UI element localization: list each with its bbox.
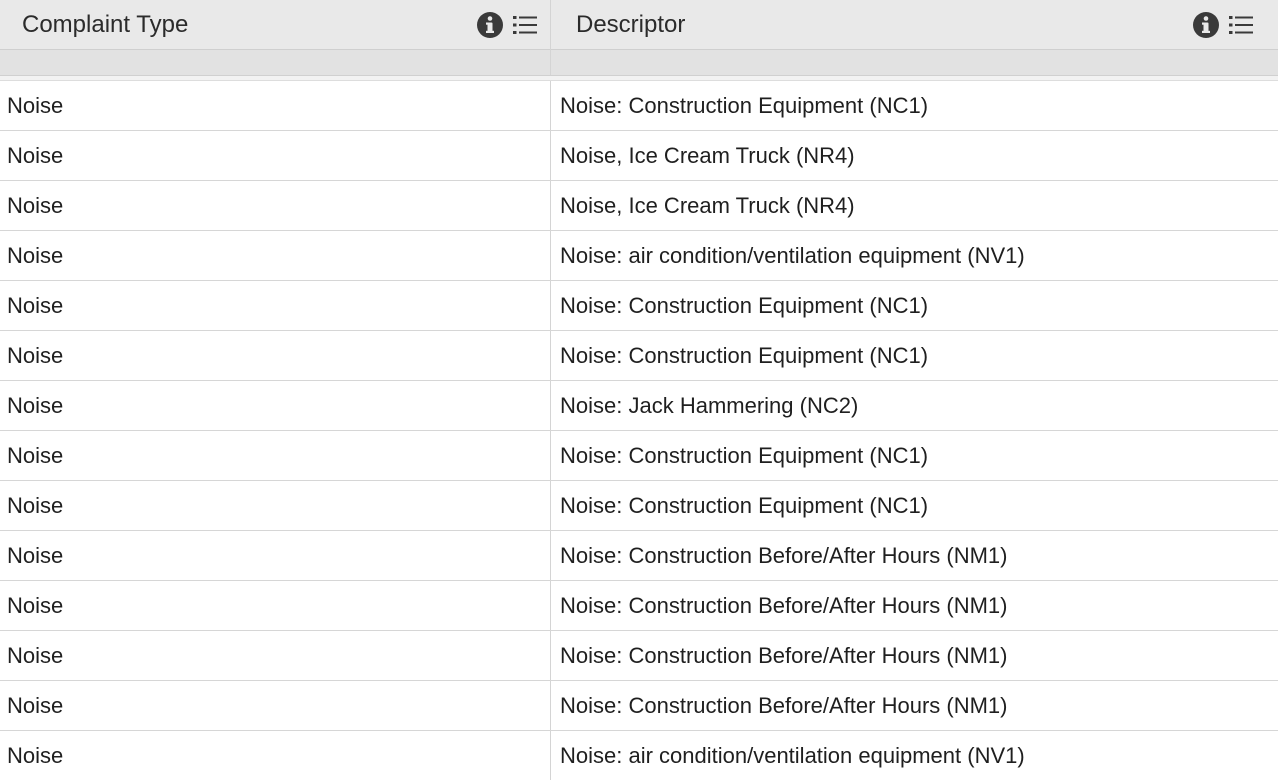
- table-row[interactable]: Noise Noise: Construction Equipment (NC1…: [0, 331, 1278, 381]
- column-title: Descriptor: [576, 11, 686, 38]
- column-header-descriptor[interactable]: Descriptor: [551, 0, 1278, 50]
- complaint-type-cell: Noise: [0, 381, 551, 430]
- table-row[interactable]: Noise Noise: Jack Hammering (NC2): [0, 381, 1278, 431]
- table-row[interactable]: Noise Noise: Construction Before/After H…: [0, 681, 1278, 731]
- complaint-type-cell: Noise: [0, 481, 551, 530]
- info-icon[interactable]: [1192, 11, 1220, 39]
- descriptor-cell: Noise: Construction Equipment (NC1): [560, 342, 929, 368]
- filter-cell-complaint-type[interactable]: [0, 50, 551, 75]
- table-row[interactable]: Noise Noise: air condition/ventilation e…: [0, 231, 1278, 281]
- complaint-type-cell: Noise: [0, 131, 551, 180]
- data-grid: Complaint Type Descriptor Noise Noise: C…: [0, 0, 1278, 780]
- complaint-type-cell: Noise: [0, 181, 551, 230]
- descriptor-cell: Noise: Construction Before/After Hours (…: [560, 592, 1008, 618]
- complaint-type-cell: Noise: [0, 81, 551, 130]
- column-header-complaint-type[interactable]: Complaint Type: [0, 0, 551, 50]
- table-row[interactable]: Noise Noise: Construction Equipment (NC1…: [0, 281, 1278, 331]
- complaint-type-cell: Noise: [0, 581, 551, 630]
- grid-header: Complaint Type Descriptor: [0, 0, 1278, 50]
- list-icon[interactable]: [1228, 13, 1254, 37]
- table-row[interactable]: Noise Noise: Construction Before/After H…: [0, 631, 1278, 681]
- grid-body: Noise Noise: Construction Equipment (NC1…: [0, 81, 1278, 780]
- complaint-type-cell: Noise: [0, 731, 551, 780]
- descriptor-cell: Noise: Construction Equipment (NC1): [560, 492, 929, 518]
- descriptor-cell: Noise, Ice Cream Truck (NR4): [560, 192, 855, 218]
- complaint-type-cell: Noise: [0, 231, 551, 280]
- descriptor-cell: Noise: Construction Equipment (NC1): [560, 292, 929, 318]
- column-header-actions: [1192, 11, 1254, 39]
- table-row[interactable]: Noise Noise: Construction Before/After H…: [0, 581, 1278, 631]
- table-row[interactable]: Noise Noise: air condition/ventilation e…: [0, 731, 1278, 780]
- table-row[interactable]: Noise Noise: Construction Equipment (NC1…: [0, 81, 1278, 131]
- descriptor-cell: Noise: Construction Before/After Hours (…: [560, 542, 1008, 568]
- complaint-type-cell: Noise: [0, 281, 551, 330]
- info-icon[interactable]: [476, 11, 504, 39]
- descriptor-cell: Noise: Jack Hammering (NC2): [560, 392, 859, 418]
- complaint-type-cell: Noise: [0, 431, 551, 480]
- complaint-type-cell: Noise: [0, 631, 551, 680]
- complaint-type-cell: Noise: [0, 531, 551, 580]
- descriptor-cell: Noise: air condition/ventilation equipme…: [560, 242, 1025, 268]
- descriptor-cell: Noise: Construction Equipment (NC1): [560, 92, 929, 118]
- descriptor-cell: Noise: air condition/ventilation equipme…: [560, 742, 1025, 768]
- column-title: Complaint Type: [22, 11, 189, 38]
- column-header-actions: [476, 11, 538, 39]
- filter-row: [0, 50, 1278, 76]
- table-row[interactable]: Noise Noise, Ice Cream Truck (NR4): [0, 131, 1278, 181]
- complaint-type-cell: Noise: [0, 681, 551, 730]
- table-row[interactable]: Noise Noise: Construction Equipment (NC1…: [0, 431, 1278, 481]
- descriptor-cell: Noise, Ice Cream Truck (NR4): [560, 142, 855, 168]
- descriptor-cell: Noise: Construction Before/After Hours (…: [560, 642, 1008, 668]
- table-row[interactable]: Noise Noise: Construction Equipment (NC1…: [0, 481, 1278, 531]
- descriptor-cell: Noise: Construction Before/After Hours (…: [560, 692, 1008, 718]
- table-row[interactable]: Noise Noise: Construction Before/After H…: [0, 531, 1278, 581]
- complaint-type-cell: Noise: [0, 331, 551, 380]
- list-icon[interactable]: [512, 13, 538, 37]
- descriptor-cell: Noise: Construction Equipment (NC1): [560, 442, 929, 468]
- table-row[interactable]: Noise Noise, Ice Cream Truck (NR4): [0, 181, 1278, 231]
- filter-cell-descriptor[interactable]: [551, 50, 1278, 75]
